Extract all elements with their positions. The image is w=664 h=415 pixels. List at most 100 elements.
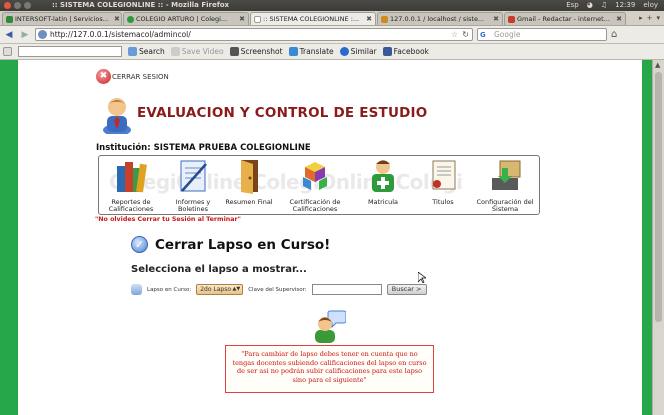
wifi-icon[interactable]: ◕ <box>587 0 593 11</box>
tab-sistema-colegionline[interactable]: :: SISTEMA COLEGIONLINE :... ✖ <box>250 12 376 25</box>
logout-icon: ✖ <box>96 69 111 84</box>
scroll-up-icon[interactable]: ▲ <box>655 61 660 69</box>
tab-gmail[interactable]: Gmail - Redactar - internet... ✖ <box>504 12 626 25</box>
check-icon: ✓ <box>131 236 148 253</box>
menu-item-matricula[interactable]: Matricula <box>353 158 413 206</box>
camera-icon <box>229 47 239 56</box>
menu-item-informes[interactable]: Informes y Boletines <box>163 158 223 214</box>
tab-label: COLEGIO ARTURO | Colegi... <box>136 15 228 23</box>
section-title: Cerrar Lapso en Curso! <box>155 236 331 253</box>
calendar-icon <box>131 284 142 295</box>
lapso-selected-value: 2do Lapso <box>200 286 232 293</box>
page-content: ✖ CERRAR SESION EVALUACION Y CONTROL DE … <box>18 60 642 415</box>
tab-favicon-icon <box>381 15 388 23</box>
search-input[interactable]: G Google <box>477 28 607 41</box>
list-all-tabs-icon[interactable]: ▾ <box>656 12 660 25</box>
select-arrows-icon: ▲▼ <box>232 286 241 292</box>
toolbar-menu-icon[interactable] <box>3 47 12 56</box>
tab-close-icon[interactable]: ✖ <box>490 13 499 25</box>
tab-colegio-arturo[interactable]: COLEGIO ARTURO | Colegi... ✖ <box>123 12 249 25</box>
blocks-icon <box>303 162 327 190</box>
assistant-avatar-icon <box>315 310 346 343</box>
tab-close-icon[interactable]: ✖ <box>111 13 120 25</box>
back-arrow-icon[interactable]: ◀ <box>3 30 15 40</box>
tab-label: Gmail - Redactar - internet... <box>517 15 610 23</box>
toolbar-search-button[interactable]: Search <box>128 47 165 56</box>
menu-item-certificacion[interactable]: Certificación de Calificaciones <box>285 158 345 214</box>
system-tray: Esp ◕ ♫ 12:39 eloy <box>566 0 658 11</box>
tab-favicon-icon <box>254 15 261 23</box>
url-text: http://127.0.0.1/sistemacol/admincol/ <box>50 30 191 39</box>
notebook-icon <box>180 160 207 192</box>
lapso-form: Lapso en Curso: 2do Lapso ▲▼ Clave del S… <box>131 284 427 295</box>
bookmark-star-icon[interactable]: ☆ <box>451 29 458 40</box>
user-avatar-icon <box>103 98 131 134</box>
tab-localhost[interactable]: 127.0.0.1 / localhost / siste... ✖ <box>377 12 503 25</box>
reload-icon[interactable]: ↻ <box>462 29 469 40</box>
lapso-select[interactable]: 2do Lapso ▲▼ <box>196 284 244 295</box>
menu-item-configuracion[interactable]: Configuración del Sistema <box>475 158 535 214</box>
mouse-cursor-icon <box>418 272 426 283</box>
tab-close-icon[interactable]: ✖ <box>236 13 245 25</box>
keyboard-layout[interactable]: Esp <box>566 0 579 11</box>
facebook-icon <box>382 47 392 56</box>
home-icon[interactable]: ⌂ <box>611 29 617 40</box>
supervisor-password-field[interactable] <box>311 284 382 295</box>
new-tab-icon[interactable]: + <box>647 12 653 25</box>
search-button[interactable]: Buscar > <box>386 284 427 295</box>
screenshot-button[interactable]: Screenshot <box>229 47 283 56</box>
site-identity-icon[interactable] <box>38 30 47 39</box>
browser-tab-strip: INTERSOFT-latin | Servicios... ✖ COLEGIO… <box>0 11 664 26</box>
forward-arrow-icon[interactable]: ▶ <box>19 30 31 40</box>
main-menu: ColegiOnline ColegiOnline Colegi Reporte… <box>98 155 540 215</box>
menu-item-titulos[interactable]: Titulos <box>413 158 473 206</box>
window-minimize-button[interactable] <box>14 2 21 9</box>
scrollbar-thumb[interactable] <box>655 72 662 322</box>
books-icon <box>117 162 147 193</box>
tab-navigation: ▸ + ▾ <box>635 12 664 25</box>
tab-scroll-right-icon[interactable]: ▸ <box>639 12 643 25</box>
volume-icon[interactable]: ♫ <box>601 0 607 11</box>
menu-item-resumen[interactable]: Resumen Final <box>219 158 279 206</box>
window-maximize-button[interactable] <box>24 2 31 9</box>
logout-warning: "No olvides Cerrar tu Sesión al Terminar… <box>95 216 241 223</box>
app-title: EVALUACION Y CONTROL DE ESTUDIO <box>137 105 428 121</box>
lapso-change-note: "Para cambiar de lapso debes tener en cu… <box>225 345 434 393</box>
tab-label: 127.0.0.1 / localhost / siste... <box>390 15 485 23</box>
logout-link[interactable]: ✖ CERRAR SESION <box>96 69 169 84</box>
tab-label: INTERSOFT-latin | Servicios... <box>15 15 109 23</box>
clock[interactable]: 12:39 <box>615 0 635 11</box>
tab-close-icon[interactable]: ✖ <box>613 13 622 25</box>
tab-favicon-icon <box>127 15 134 23</box>
lapso-label: Lapso en Curso: <box>147 286 192 293</box>
search-icon <box>128 47 137 56</box>
door-icon <box>241 160 258 194</box>
tab-close-icon[interactable]: ✖ <box>363 13 372 25</box>
addon-toolbar: Search Save Video Screenshot Translate S… <box>0 44 664 60</box>
google-logo-icon: G <box>480 31 486 39</box>
video-icon <box>170 47 180 56</box>
user-name[interactable]: eloy <box>643 0 658 11</box>
section-heading: ✓ Cerrar Lapso en Curso! <box>131 236 330 253</box>
similar-icon <box>339 47 349 56</box>
settings-icon <box>492 160 521 190</box>
search-placeholder: Google <box>494 30 521 39</box>
facebook-button[interactable]: Facebook <box>382 47 429 56</box>
page-left-border <box>0 60 18 415</box>
select-lapso-title: Selecciona el lapso a mostrar... <box>131 264 307 275</box>
menu-item-reportes[interactable]: Reportes de Calificaciones <box>101 158 161 214</box>
tab-intersoft[interactable]: INTERSOFT-latin | Servicios... ✖ <box>2 12 122 25</box>
diploma-icon <box>432 160 456 190</box>
toolbar-search-input[interactable] <box>18 46 122 57</box>
page-right-border <box>642 60 652 415</box>
supervisor-label: Clave del Supervisor: <box>248 286 307 293</box>
tab-favicon-icon <box>6 15 13 23</box>
vertical-scrollbar[interactable]: ▲ <box>652 60 664 415</box>
window-close-button[interactable] <box>4 2 11 9</box>
address-bar[interactable]: http://127.0.0.1/sistemacol/admincol/ ☆ … <box>35 28 473 41</box>
similar-button[interactable]: Similar <box>339 47 377 56</box>
save-video-button[interactable]: Save Video <box>170 47 224 56</box>
window-controls <box>4 2 31 9</box>
translate-icon <box>288 47 298 56</box>
translate-button[interactable]: Translate <box>288 47 334 56</box>
